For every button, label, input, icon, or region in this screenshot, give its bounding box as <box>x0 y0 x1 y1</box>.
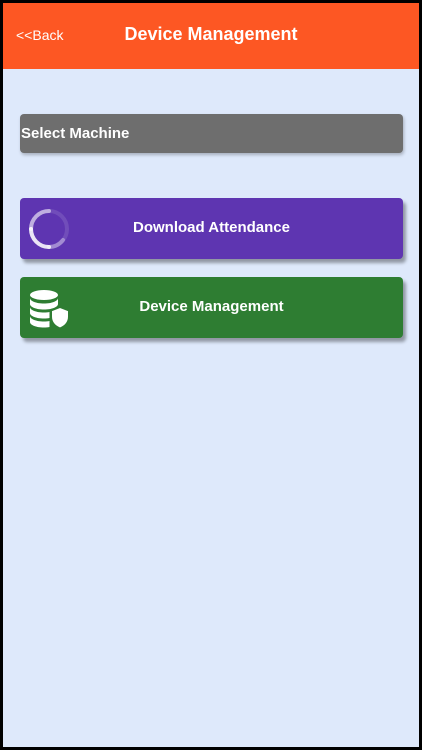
device-management-label: Device Management <box>139 298 284 315</box>
device-management-button[interactable]: Device Management <box>20 277 403 338</box>
select-machine-dropdown[interactable]: Select Machine <box>20 114 403 153</box>
page-title: Device Management <box>124 24 298 44</box>
device-management-screen: <<Back Device Management Select Machine … <box>3 3 419 747</box>
select-machine-label: Select Machine <box>21 125 130 142</box>
download-attendance-button[interactable]: Download Attendance <box>20 198 403 259</box>
download-attendance-label: Download Attendance <box>133 219 290 236</box>
app-header: <<Back Device Management <box>3 3 419 69</box>
